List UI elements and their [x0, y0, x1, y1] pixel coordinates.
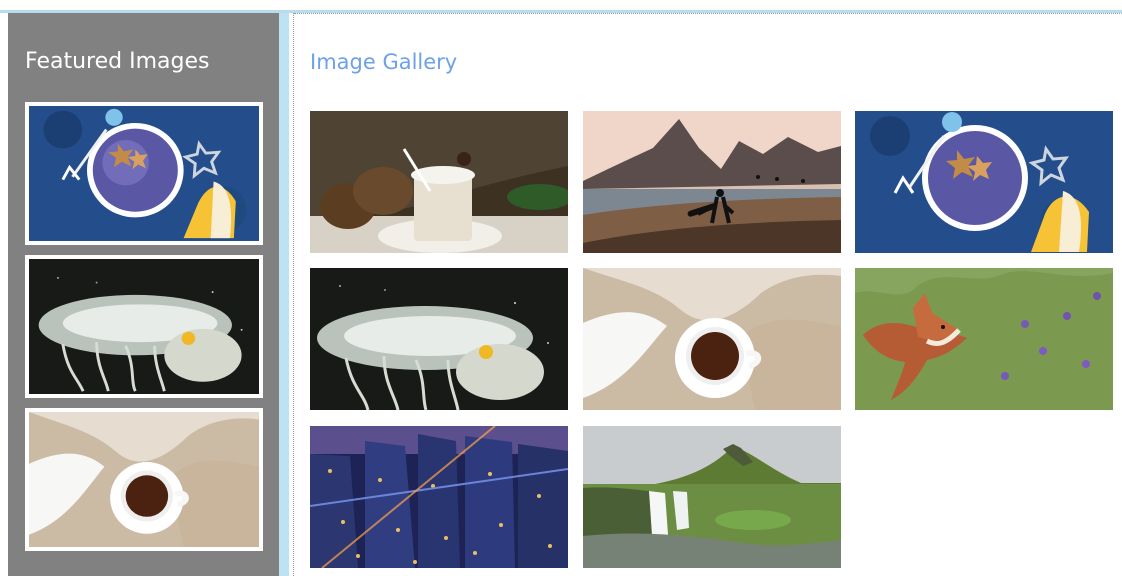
gallery-beach-surfer-image[interactable] [583, 111, 841, 253]
tea-cup-image [29, 412, 259, 547]
gallery-city-night-image[interactable] [310, 426, 568, 568]
featured-berry-bowl-image[interactable] [25, 102, 263, 245]
gallery-tea-cup-image[interactable] [583, 268, 841, 410]
column-divider [279, 13, 293, 576]
gallery-berry-bowl-image[interactable] [855, 111, 1113, 253]
beach-surfer-image [583, 111, 841, 253]
jellyfish-image [310, 268, 568, 410]
jellyfish-image [29, 259, 259, 394]
featured-sidebar: Featured Images [0, 13, 279, 576]
featured-tea-cup-image[interactable] [25, 408, 263, 551]
tea-cup-image [583, 268, 841, 410]
gallery-waterfall-mountain-image[interactable] [583, 426, 841, 568]
city-night-image [310, 426, 568, 568]
content-boundary [293, 13, 294, 576]
top-border [0, 0, 1122, 13]
main-top-boundary [294, 13, 1122, 14]
sidebar-title: Featured Images [25, 49, 210, 74]
berry-bowl-image [29, 106, 259, 241]
gallery-jellyfish-image[interactable] [310, 268, 568, 410]
gallery-title: Image Gallery [310, 50, 458, 74]
fox-image [855, 268, 1113, 410]
milkshake-image [310, 111, 568, 253]
gallery-fox-image[interactable] [855, 268, 1113, 410]
gallery-milkshake-image[interactable] [310, 111, 568, 253]
featured-jellyfish-image[interactable] [25, 255, 263, 398]
berry-bowl-image [855, 111, 1113, 253]
waterfall-mountain-image [583, 426, 841, 568]
